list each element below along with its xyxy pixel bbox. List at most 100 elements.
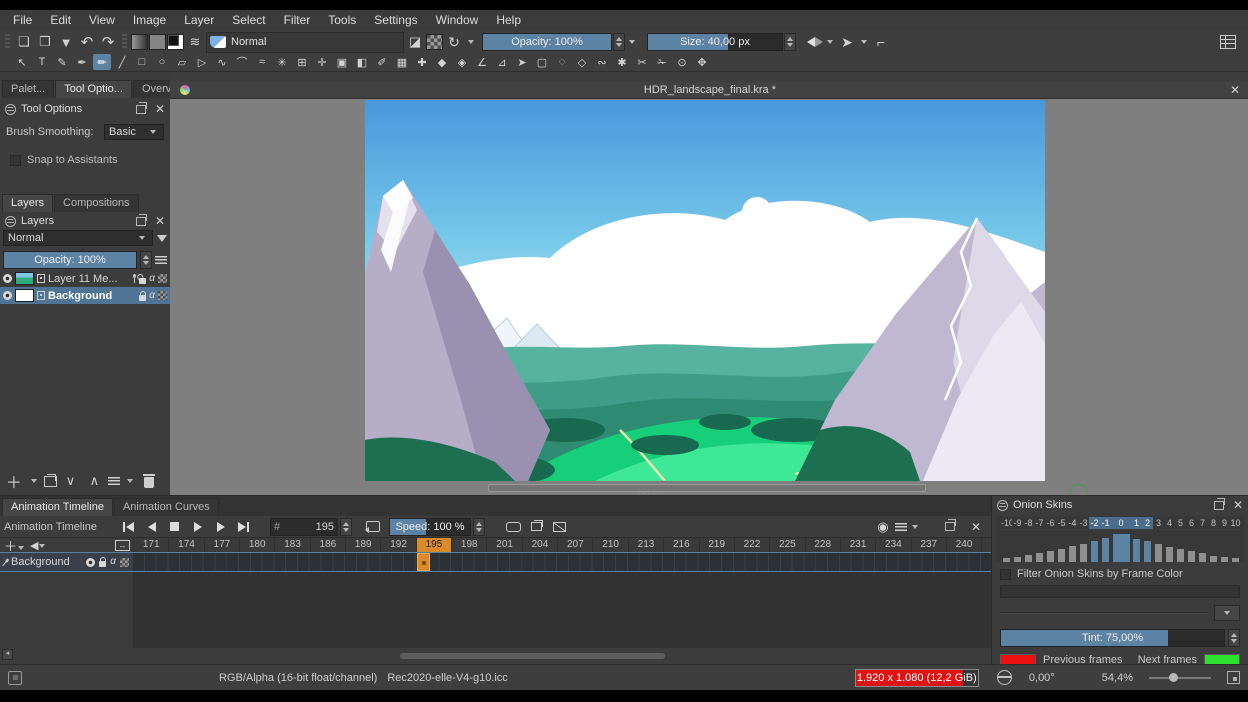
float-icon[interactable] [136, 105, 146, 114]
eraser-mode-button[interactable]: ◪ [405, 33, 425, 52]
frame-label-216[interactable]: 216 [663, 538, 698, 552]
speed-slider[interactable]: Speed: 100 % [389, 518, 471, 536]
onion-opacity-bar-2[interactable] [1142, 532, 1153, 562]
pin-icon[interactable] [133, 274, 136, 283]
tool-reference-images[interactable]: ➤ [513, 54, 531, 70]
opacity-slider[interactable]: Opacity: 100% [482, 33, 612, 51]
onion-number-5[interactable]: 5 [1175, 517, 1186, 529]
current-keyframe-marker[interactable] [417, 553, 430, 571]
canvas-rotation-icon[interactable] [997, 670, 1012, 685]
tool-enclose-fill[interactable]: ◈ [453, 54, 471, 70]
onion-opacity-bar-7[interactable] [1197, 532, 1208, 562]
add-layer-dropdown[interactable] [31, 479, 37, 483]
menu-item-tools[interactable]: Tools [319, 10, 365, 31]
onion-opacity-bar-1[interactable] [1131, 532, 1142, 562]
frame-label-231[interactable]: 231 [840, 538, 875, 552]
mirror-horizontal-button[interactable] [807, 37, 823, 47]
tool-select-shapes[interactable]: ↖ [13, 54, 31, 70]
alpha-lock-icon[interactable]: α [149, 274, 155, 284]
onion-number-0[interactable]: 0 [1111, 517, 1131, 529]
tool-ellipse[interactable]: ○ [153, 54, 171, 70]
layer-properties-button[interactable] [108, 477, 120, 485]
frame-label-228[interactable]: 228 [805, 538, 840, 552]
frame-spinner[interactable] [340, 518, 352, 536]
tool-edit-shapes[interactable]: ✎ [53, 54, 71, 70]
tool-line[interactable]: ╱ [113, 54, 131, 70]
unlock-icon[interactable] [139, 278, 146, 284]
gradient-chooser[interactable] [131, 34, 148, 50]
tool-assistants[interactable]: ∠ [473, 54, 491, 70]
onion-number--3[interactable]: -3 [1078, 517, 1089, 529]
onion-opacity-bar--7[interactable] [1034, 532, 1045, 562]
close-document-icon[interactable]: ✕ [1230, 85, 1240, 95]
tool-rect-select[interactable]: ▢ [533, 54, 551, 70]
loop-toggle-button[interactable] [362, 518, 383, 535]
save-button[interactable]: ▼ [56, 33, 76, 52]
frame-label-210[interactable]: 210 [592, 538, 627, 552]
play-button[interactable] [187, 518, 208, 535]
visibility-eye-icon[interactable] [3, 274, 12, 283]
brush-editor-button[interactable]: ≋ [185, 33, 205, 52]
frame-label-180[interactable]: 180 [239, 538, 274, 552]
size-spinner[interactable] [784, 33, 796, 51]
tool-calligraphy[interactable]: ✒ [73, 54, 91, 70]
frame-label-183[interactable]: 183 [274, 538, 309, 552]
frame-actions-button[interactable] [549, 518, 570, 535]
speed-spinner[interactable] [473, 518, 485, 536]
menu-item-image[interactable]: Image [124, 10, 175, 31]
filter-onion-skins-checkbox[interactable] [1000, 569, 1011, 580]
add-layer-button[interactable]: ＋ [4, 472, 24, 491]
menu-item-view[interactable]: View [80, 10, 124, 31]
memory-usage-bar[interactable]: 1.920 x 1.080 (12,2 GiB) [855, 669, 979, 687]
properties-dropdown[interactable] [127, 479, 133, 483]
tool-gradient[interactable]: ◧ [353, 54, 371, 70]
frame-label-174[interactable]: 174 [168, 538, 203, 552]
audio-options-button[interactable]: ◀ [30, 539, 45, 552]
preserve-alpha-button[interactable] [426, 34, 443, 50]
frame-color-filter-field[interactable] [1000, 585, 1240, 598]
frame-label-222[interactable]: 222 [734, 538, 769, 552]
onion-number-7[interactable]: 7 [1197, 517, 1208, 529]
flow-flag-button[interactable]: ➤ [837, 33, 857, 52]
tool-bezier-select[interactable]: ✁ [653, 54, 671, 70]
timeline-layer-header[interactable]: Background α [0, 553, 133, 571]
frame-label-237[interactable]: 237 [911, 538, 946, 552]
skip-to-end-button[interactable] [233, 518, 254, 535]
float-icon[interactable] [1214, 501, 1224, 510]
skip-to-start-button[interactable] [118, 518, 139, 535]
menu-item-file[interactable]: File [4, 10, 41, 31]
close-icon[interactable]: ✕ [1233, 500, 1243, 510]
onion-number-10[interactable]: 10 [1230, 517, 1241, 529]
menu-item-filter[interactable]: Filter [275, 10, 320, 31]
visibility-eye-icon[interactable] [3, 291, 12, 300]
add-keyframe-button[interactable]: ＋ [4, 536, 24, 555]
frame-label-177[interactable]: 177 [204, 538, 239, 552]
frame-label-213[interactable]: 213 [628, 538, 663, 552]
float-icon[interactable] [945, 522, 955, 531]
fg-bg-colors[interactable] [167, 34, 184, 50]
previous-frame-button[interactable] [141, 518, 162, 535]
onion-number--5[interactable]: -5 [1056, 517, 1067, 529]
menu-item-settings[interactable]: Settings [365, 10, 426, 31]
tool-bezier-curve[interactable]: ∿ [213, 54, 231, 70]
frame-label-207[interactable]: 207 [557, 538, 592, 552]
tool-polyline[interactable]: ▷ [193, 54, 211, 70]
layers-visibility-button[interactable] [526, 518, 547, 535]
tool-polygon[interactable]: ▱ [173, 54, 191, 70]
tool-zoom[interactable]: ⊙ [673, 54, 691, 70]
tab-compositions[interactable]: Compositions [54, 194, 139, 212]
delete-layer-button[interactable] [144, 477, 154, 488]
tint-slider[interactable]: Tint: 75,00% [1000, 629, 1225, 647]
layer-row-background[interactable]: Background α [0, 287, 170, 304]
tool-measure[interactable]: ⊿ [493, 54, 511, 70]
opacity-dropdown-arrow[interactable] [629, 40, 635, 44]
onion-opacity-bar-3[interactable] [1153, 532, 1164, 562]
onion-opacity-bar-9[interactable] [1219, 532, 1230, 562]
zoom-slider[interactable] [1149, 673, 1211, 683]
stop-button[interactable] [164, 518, 185, 535]
blend-mode-select[interactable]: Normal [3, 230, 153, 246]
tool-pan[interactable]: ✥ [693, 54, 711, 70]
inherit-alpha-icon[interactable] [158, 291, 167, 300]
onion-opacity-bar--8[interactable] [1023, 532, 1034, 562]
tab-tool-options[interactable]: Tool Optio... [55, 80, 132, 98]
